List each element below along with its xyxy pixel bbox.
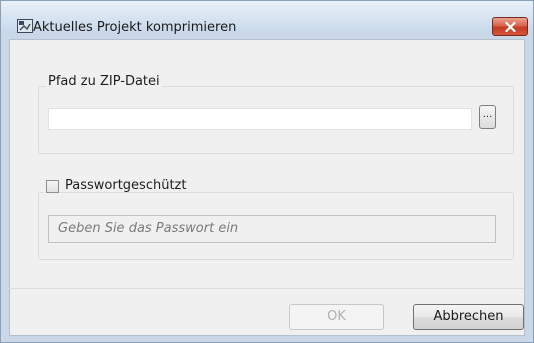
password-checkbox-label[interactable]: Passwortgeschützt (65, 178, 186, 193)
title-bar[interactable]: Aktuelles Projekt komprimieren (1, 1, 533, 36)
zip-path-label: Pfad zu ZIP-Datei (46, 74, 162, 89)
cancel-button[interactable]: Abbrechen (413, 304, 524, 330)
password-checkbox-row[interactable]: Passwortgeschützt (44, 178, 186, 196)
window-title: Aktuelles Projekt komprimieren (33, 20, 237, 35)
close-icon (505, 22, 516, 32)
footer-divider (8, 288, 524, 289)
password-input[interactable]: Geben Sie das Passwort ein (48, 215, 496, 243)
ok-button[interactable]: OK (289, 304, 384, 330)
zip-path-input[interactable] (48, 108, 472, 130)
browse-button[interactable]: ... (479, 105, 496, 129)
password-checkbox[interactable] (46, 180, 59, 193)
close-button[interactable] (492, 17, 528, 36)
compress-project-icon (17, 19, 33, 33)
dialog-window: Aktuelles Projekt komprimieren (0, 0, 534, 343)
